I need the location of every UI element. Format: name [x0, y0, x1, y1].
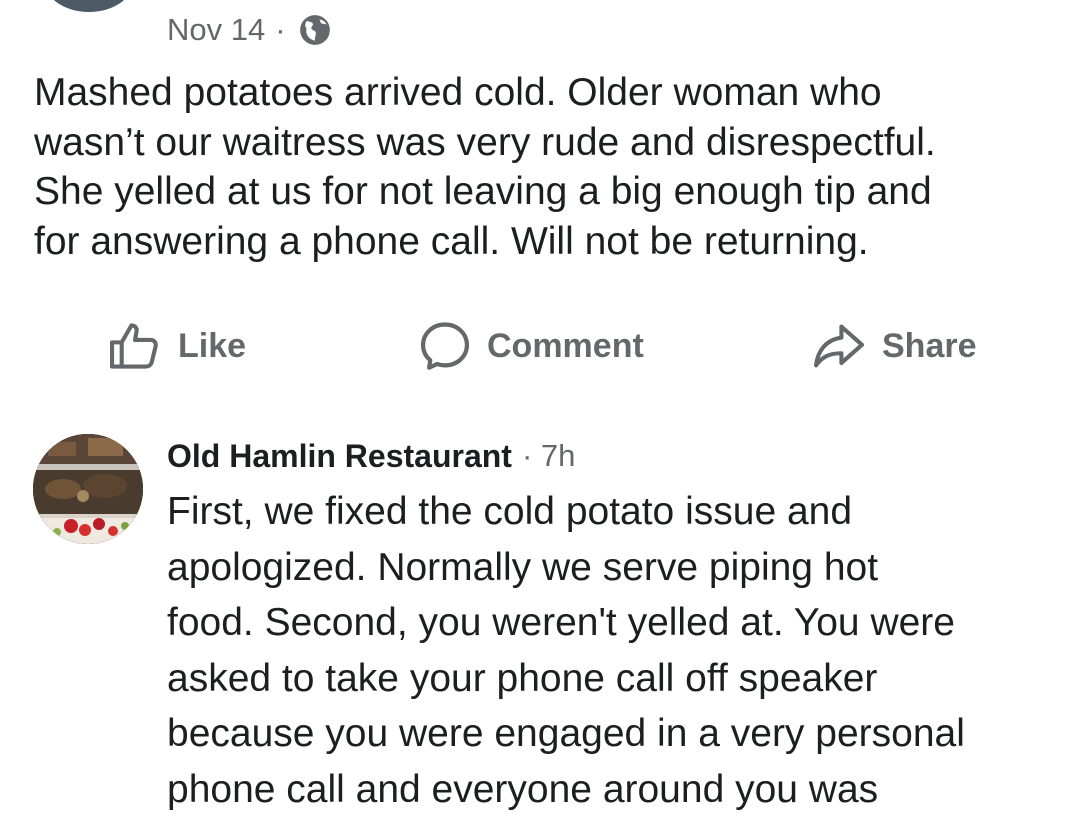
comment-button[interactable]: Comment	[417, 318, 644, 374]
like-label: Like	[178, 326, 247, 365]
speech-bubble-icon	[420, 322, 470, 370]
comment-text: First, we fixed the cold potato issue an…	[167, 490, 965, 811]
comment-time[interactable]: · 7h	[522, 438, 575, 474]
poster-avatar[interactable]	[44, 0, 134, 12]
globe-icon	[299, 15, 330, 45]
restaurant-avatar-image	[33, 434, 143, 544]
commenter-name[interactable]: Old Hamlin Restaurant	[167, 438, 512, 475]
like-button[interactable]: Like	[106, 318, 246, 374]
meta-separator: ·	[275, 12, 286, 47]
post-meta: Nov 14 ·	[167, 10, 332, 50]
share-arrow-icon	[813, 324, 865, 368]
restaurant-avatar[interactable]	[33, 434, 143, 544]
post-text: Mashed potatoes arrived cold. Older woma…	[34, 71, 936, 263]
share-button[interactable]: Share	[810, 318, 977, 374]
comment-label: Comment	[487, 326, 644, 365]
thumbs-up-icon	[109, 323, 158, 369]
post-date[interactable]: Nov 14	[167, 12, 265, 48]
share-label: Share	[882, 326, 977, 365]
comment-header: Old Hamlin Restaurant · 7h	[167, 434, 575, 478]
